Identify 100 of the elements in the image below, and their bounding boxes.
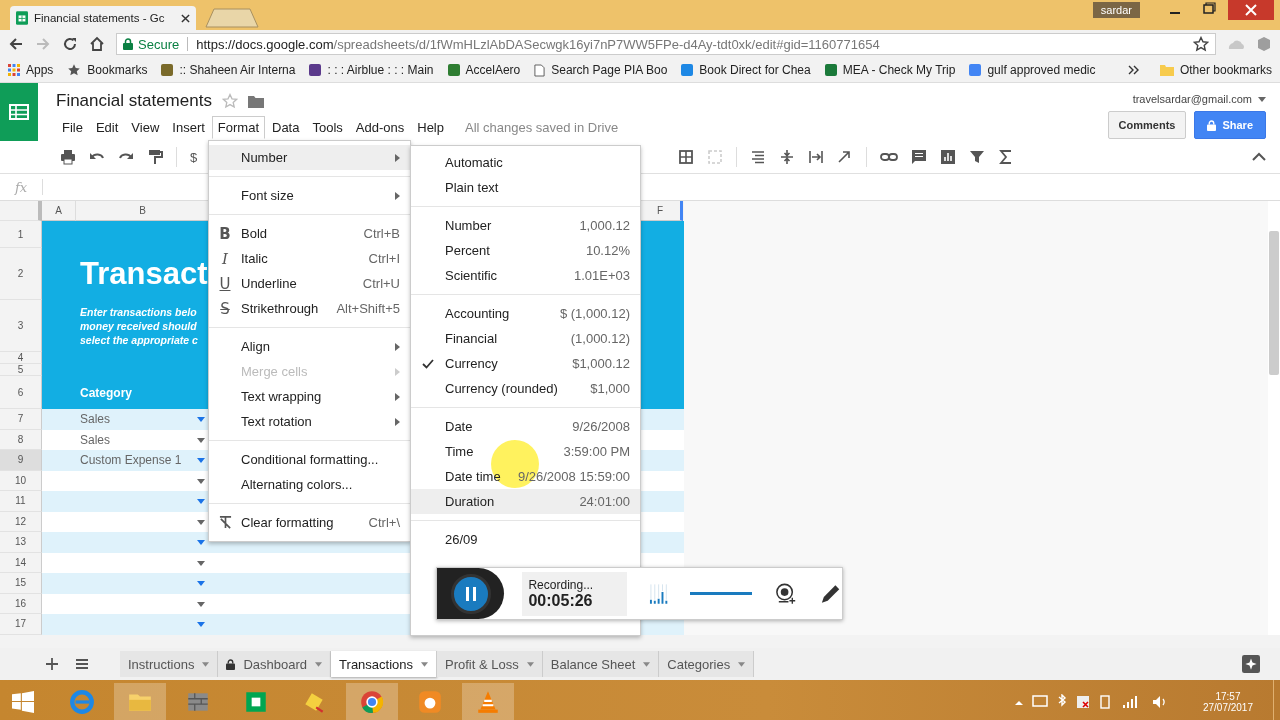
collapse-icon[interactable] [1252, 152, 1266, 162]
menu-item[interactable]: Tools [306, 115, 349, 139]
row-header[interactable]: 8 [0, 429, 42, 450]
add-sheet-icon[interactable] [46, 658, 58, 670]
bookmark[interactable]: : : : Airblue : : : Main [309, 63, 434, 77]
windows-logo-icon[interactable] [12, 690, 34, 713]
row-header[interactable]: 11 [0, 491, 42, 512]
star-icon[interactable] [221, 93, 238, 109]
menu-item[interactable]: Edit [89, 115, 125, 139]
dropdown-icon[interactable] [197, 622, 205, 627]
caret-icon[interactable] [1258, 96, 1266, 102]
menu-item[interactable]: Plain text [411, 175, 640, 200]
align-icon[interactable] [750, 149, 767, 165]
menu-item[interactable]: Automatic [411, 150, 640, 175]
row-header[interactable]: 10 [0, 470, 42, 491]
menu-item[interactable]: Currency (rounded) $1,000 [411, 376, 640, 401]
menu-item[interactable]: Text wrapping [209, 384, 410, 409]
menu-item[interactable]: Percent 10.12% [411, 238, 640, 263]
close-icon[interactable] [181, 13, 190, 23]
row-header[interactable]: 17 [0, 614, 42, 635]
share-button[interactable]: Share [1194, 111, 1266, 139]
menu-item[interactable]: S Strikethrough Alt+Shift+5 [209, 296, 410, 321]
row-header[interactable]: 4 [0, 352, 42, 364]
explore-icon[interactable] [1242, 655, 1260, 673]
save-status[interactable]: All changes saved in Drive [465, 119, 619, 135]
sheet-tab[interactable]: Categories [659, 651, 755, 677]
account-email[interactable]: travelsardar@gmail.com [1132, 93, 1252, 105]
row-header[interactable]: 2 [0, 248, 42, 300]
menu-item[interactable]: Number 1,000.12 [411, 213, 640, 238]
browser-tab[interactable]: Financial statements - Gc [10, 6, 196, 30]
dropdown-icon[interactable] [197, 437, 205, 443]
document-title[interactable]: Financial statements [56, 91, 212, 111]
menu-item[interactable]: Currency $1,000.12 [411, 351, 640, 376]
menu-item[interactable]: Number [209, 145, 410, 170]
menu-item[interactable]: Insert [166, 115, 211, 139]
menu-item[interactable]: Add-ons [349, 115, 411, 139]
menu-item[interactable]: File [56, 115, 89, 139]
bookmark[interactable]: Bookmarks [67, 63, 148, 77]
taskbar-button[interactable] [346, 682, 398, 720]
user-name[interactable]: sardar [1092, 2, 1140, 18]
row-header[interactable]: 15 [0, 573, 42, 594]
comments-button[interactable]: Comments [1107, 111, 1187, 139]
audio-level-icon[interactable] [648, 583, 668, 604]
row-header[interactable]: 3 [0, 300, 42, 352]
home-icon[interactable] [89, 36, 105, 52]
scrollbar[interactable] [1269, 231, 1279, 375]
bookmark[interactable]: Apps [8, 63, 54, 77]
menu-item[interactable]: Conditional formatting... [209, 447, 410, 472]
menu-item[interactable]: B Bold Ctrl+B [209, 221, 410, 246]
table-cell[interactable]: Sales [76, 412, 111, 427]
vertical-align-icon[interactable] [779, 149, 796, 165]
dropdown-icon[interactable] [197, 417, 205, 422]
horizontal-scrollbar[interactable] [0, 635, 1280, 648]
menu-item[interactable]: I Italic Ctrl+I [209, 246, 410, 271]
menu-item[interactable]: U Underline Ctrl+U [209, 271, 410, 296]
dropdown-icon[interactable] [197, 499, 205, 504]
menu-item[interactable]: Scientific 1.01E+03 [411, 263, 640, 288]
menu-item[interactable]: Clear formatting Ctrl+\ [209, 510, 410, 535]
table-cell[interactable]: Sales [76, 432, 111, 447]
bookmark[interactable]: :: Shaheen Air Interna [161, 63, 296, 77]
sheet-tab[interactable]: Profit & Loss [437, 651, 543, 677]
dropdown-icon[interactable] [197, 581, 205, 586]
folder-icon[interactable] [247, 94, 264, 108]
sheet-tab[interactable]: Transactions [331, 651, 438, 677]
menu-item[interactable]: Date 9/26/2008 [411, 414, 640, 439]
bookmark-folder[interactable]: Other bookmarks [1159, 63, 1272, 77]
row-header[interactable]: 12 [0, 511, 42, 532]
star-icon[interactable] [1193, 36, 1209, 52]
reload-icon[interactable] [62, 36, 78, 52]
dropdown-icon[interactable] [197, 478, 205, 484]
menu-item[interactable]: View [125, 115, 166, 139]
bookmark[interactable]: Search Page PIA Boo [534, 63, 668, 77]
webcam-icon[interactable] [773, 581, 797, 606]
menu-item[interactable]: Format [211, 115, 265, 139]
chevron-icon[interactable] [1127, 65, 1140, 75]
address-field[interactable]: Secure https://docs.google.com/spreadsheets/d/1fWmHLzlAbDASecwgk16yi7nP7WW5FPe-d4Ay-tdt0xk/edit#gid=1160771654 [116, 33, 1216, 55]
sheet-list-icon[interactable] [76, 658, 88, 670]
row-header[interactable]: 6 [0, 376, 42, 409]
dropdown-icon[interactable] [197, 519, 205, 525]
menu-item[interactable]: 26/09 [411, 527, 640, 552]
sheet-tab[interactable]: Dashboard [218, 651, 332, 677]
row-header[interactable]: 13 [0, 532, 42, 553]
row-header[interactable]: 1 [0, 221, 42, 248]
sheet-tab[interactable]: Instructions [120, 651, 219, 677]
print-icon[interactable] [60, 149, 76, 165]
menu-item[interactable]: Font size [209, 183, 410, 208]
bookmark[interactable]: Book Direct for Chea [681, 63, 811, 77]
menu-item[interactable]: Time 3:59:00 PM [411, 439, 640, 464]
bookmark[interactable]: AccelAero [447, 63, 521, 77]
menu-item[interactable]: Financial (1,000.12) [411, 326, 640, 351]
row-header[interactable]: 5 [0, 364, 42, 376]
dropdown-icon[interactable] [197, 560, 205, 566]
sheet-tab[interactable]: Balance Sheet [542, 651, 660, 677]
menu-item[interactable]: Duration 24:01:00 [411, 489, 640, 514]
borders-icon[interactable] [678, 149, 695, 165]
dropdown-icon[interactable] [197, 540, 205, 545]
row-header[interactable]: 14 [0, 552, 42, 573]
table-cell[interactable]: Custom Expense 1 [76, 453, 182, 468]
bookmark[interactable]: MEA - Check My Trip [824, 63, 956, 77]
currency-button[interactable]: $ [190, 149, 198, 165]
